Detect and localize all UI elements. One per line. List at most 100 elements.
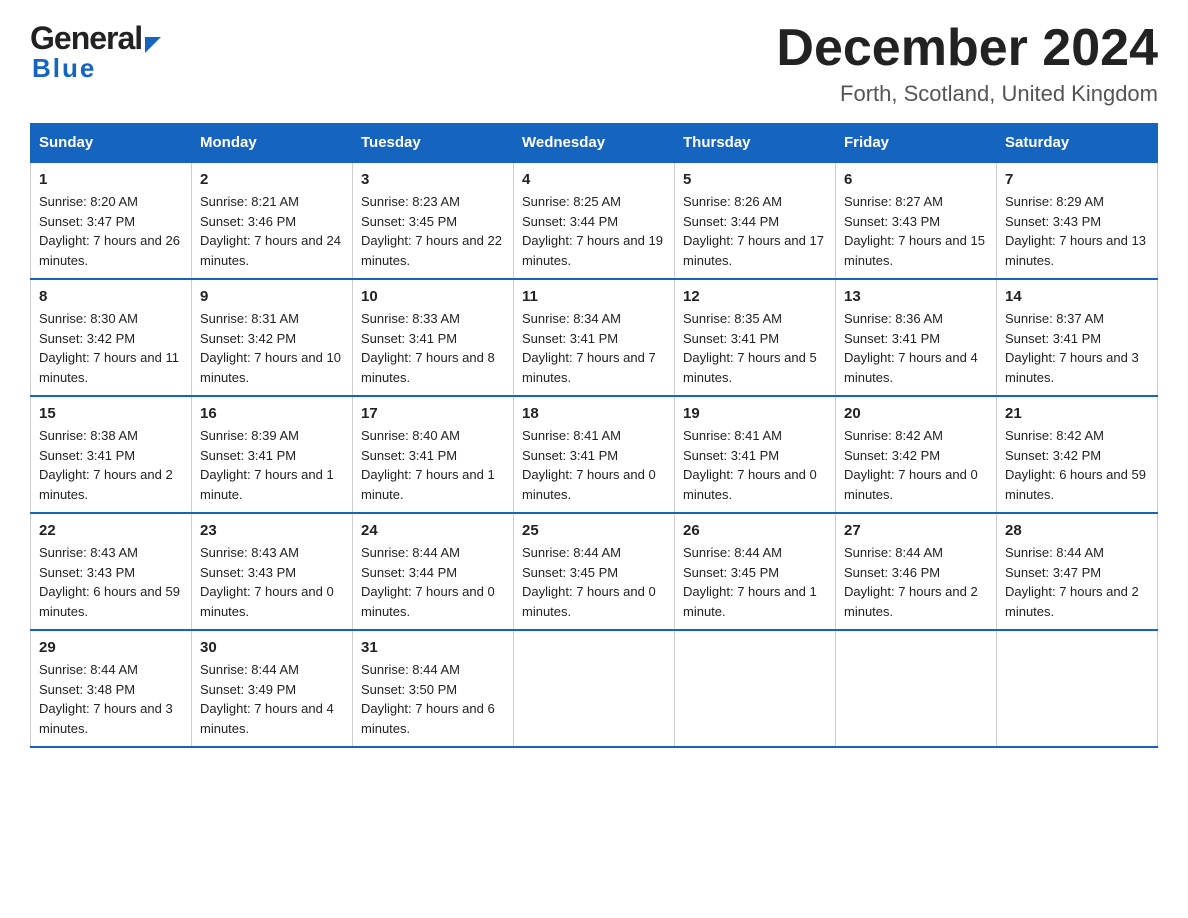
day-number: 30 (200, 639, 344, 656)
day-info: Sunrise: 8:23 AMSunset: 3:45 PMDaylight:… (361, 192, 505, 270)
calendar-cell: 19 Sunrise: 8:41 AMSunset: 3:41 PMDayligh… (675, 396, 836, 513)
logo-general-text: General (30, 20, 142, 57)
calendar-cell: 28 Sunrise: 8:44 AMSunset: 3:47 PMDayligh… (997, 513, 1158, 630)
calendar-cell (997, 630, 1158, 747)
calendar-cell: 5Sunrise: 8:26 AMSunset: 3:44 PMDaylight… (675, 162, 836, 279)
calendar-table: SundayMondayTuesdayWednesdayThursdayFrid… (30, 123, 1158, 748)
calendar-cell: 14 Sunrise: 8:37 AMSunset: 3:41 PMDayligh… (997, 279, 1158, 396)
day-info: Sunrise: 8:34 AMSunset: 3:41 PMDaylight:… (522, 309, 666, 387)
location-title: Forth, Scotland, United Kingdom (776, 81, 1158, 107)
day-info: Sunrise: 8:20 AMSunset: 3:47 PMDaylight:… (39, 192, 183, 270)
day-number: 4 (522, 171, 666, 188)
day-number: 12 (683, 288, 827, 305)
day-number: 5 (683, 171, 827, 188)
calendar-cell: 27 Sunrise: 8:44 AMSunset: 3:46 PMDayligh… (836, 513, 997, 630)
logo-blue-text: Blue (32, 53, 96, 84)
day-number: 28 (1005, 522, 1149, 539)
day-number: 1 (39, 171, 183, 188)
day-info: Sunrise: 8:40 AMSunset: 3:41 PMDaylight:… (361, 426, 505, 504)
day-number: 22 (39, 522, 183, 539)
day-number: 18 (522, 405, 666, 422)
title-block: December 2024 Forth, Scotland, United Ki… (776, 20, 1158, 107)
day-info: Sunrise: 8:44 AMSunset: 3:46 PMDaylight:… (844, 543, 988, 621)
day-info: Sunrise: 8:33 AMSunset: 3:41 PMDaylight:… (361, 309, 505, 387)
calendar-cell: 15 Sunrise: 8:38 AMSunset: 3:41 PMDayligh… (31, 396, 192, 513)
day-number: 29 (39, 639, 183, 656)
day-info: Sunrise: 8:44 AMSunset: 3:47 PMDaylight:… (1005, 543, 1149, 621)
logo-triangle-icon (145, 37, 161, 53)
day-header-saturday: Saturday (997, 124, 1158, 163)
day-number: 6 (844, 171, 988, 188)
day-number: 27 (844, 522, 988, 539)
day-number: 24 (361, 522, 505, 539)
day-number: 20 (844, 405, 988, 422)
day-info: Sunrise: 8:31 AMSunset: 3:42 PMDaylight:… (200, 309, 344, 387)
calendar-cell: 4 Sunrise: 8:25 AMSunset: 3:44 PMDaylight… (514, 162, 675, 279)
day-number: 16 (200, 405, 344, 422)
calendar-cell: 16Sunrise: 8:39 AMSunset: 3:41 PMDayligh… (192, 396, 353, 513)
calendar-cell: 25Sunrise: 8:44 AMSunset: 3:45 PMDayligh… (514, 513, 675, 630)
calendar-cell: 11Sunrise: 8:34 AMSunset: 3:41 PMDayligh… (514, 279, 675, 396)
day-number: 2 (200, 171, 344, 188)
day-header-monday: Monday (192, 124, 353, 163)
day-header-sunday: Sunday (31, 124, 192, 163)
page-header: General Blue December 2024 Forth, Scotla… (30, 20, 1158, 107)
calendar-cell: 26Sunrise: 8:44 AMSunset: 3:45 PMDayligh… (675, 513, 836, 630)
day-info: Sunrise: 8:44 AMSunset: 3:45 PMDaylight:… (522, 543, 666, 621)
month-title: December 2024 (776, 20, 1158, 77)
calendar-cell: 8Sunrise: 8:30 AMSunset: 3:42 PMDaylight… (31, 279, 192, 396)
calendar-cell: 18Sunrise: 8:41 AMSunset: 3:41 PMDayligh… (514, 396, 675, 513)
day-number: 31 (361, 639, 505, 656)
calendar-cell: 10 Sunrise: 8:33 AMSunset: 3:41 PMDayligh… (353, 279, 514, 396)
day-info: Sunrise: 8:27 AMSunset: 3:43 PMDaylight:… (844, 192, 988, 270)
calendar-cell (836, 630, 997, 747)
day-info: Sunrise: 8:44 AMSunset: 3:48 PMDaylight:… (39, 660, 183, 738)
day-number: 19 (683, 405, 827, 422)
day-number: 21 (1005, 405, 1149, 422)
calendar-week-row: 1 Sunrise: 8:20 AMSunset: 3:47 PMDaylight… (31, 162, 1158, 279)
calendar-cell: 21 Sunrise: 8:42 AMSunset: 3:42 PMDayligh… (997, 396, 1158, 513)
day-header-wednesday: Wednesday (514, 124, 675, 163)
day-number: 9 (200, 288, 344, 305)
day-info: Sunrise: 8:44 AMSunset: 3:50 PMDaylight:… (361, 660, 505, 738)
calendar-cell: 3 Sunrise: 8:23 AMSunset: 3:45 PMDaylight… (353, 162, 514, 279)
day-number: 14 (1005, 288, 1149, 305)
calendar-week-row: 29 Sunrise: 8:44 AMSunset: 3:48 PMDayligh… (31, 630, 1158, 747)
day-info: Sunrise: 8:37 AMSunset: 3:41 PMDaylight:… (1005, 309, 1149, 387)
day-info: Sunrise: 8:43 AMSunset: 3:43 PMDaylight:… (200, 543, 344, 621)
day-info: Sunrise: 8:21 AMSunset: 3:46 PMDaylight:… (200, 192, 344, 270)
day-number: 15 (39, 405, 183, 422)
calendar-week-row: 15 Sunrise: 8:38 AMSunset: 3:41 PMDayligh… (31, 396, 1158, 513)
day-info: Sunrise: 8:25 AMSunset: 3:44 PMDaylight:… (522, 192, 666, 270)
day-number: 8 (39, 288, 183, 305)
day-number: 3 (361, 171, 505, 188)
calendar-cell: 13 Sunrise: 8:36 AMSunset: 3:41 PMDayligh… (836, 279, 997, 396)
day-info: Sunrise: 8:42 AMSunset: 3:42 PMDaylight:… (1005, 426, 1149, 504)
day-info: Sunrise: 8:42 AMSunset: 3:42 PMDaylight:… (844, 426, 988, 504)
calendar-header-row: SundayMondayTuesdayWednesdayThursdayFrid… (31, 124, 1158, 163)
day-number: 17 (361, 405, 505, 422)
calendar-cell: 1 Sunrise: 8:20 AMSunset: 3:47 PMDaylight… (31, 162, 192, 279)
day-header-thursday: Thursday (675, 124, 836, 163)
calendar-cell: 7Sunrise: 8:29 AMSunset: 3:43 PMDaylight… (997, 162, 1158, 279)
day-info: Sunrise: 8:36 AMSunset: 3:41 PMDaylight:… (844, 309, 988, 387)
day-info: Sunrise: 8:44 AMSunset: 3:49 PMDaylight:… (200, 660, 344, 738)
calendar-cell: 31 Sunrise: 8:44 AMSunset: 3:50 PMDayligh… (353, 630, 514, 747)
calendar-cell: 6 Sunrise: 8:27 AMSunset: 3:43 PMDaylight… (836, 162, 997, 279)
calendar-cell: 29 Sunrise: 8:44 AMSunset: 3:48 PMDayligh… (31, 630, 192, 747)
day-info: Sunrise: 8:35 AMSunset: 3:41 PMDaylight:… (683, 309, 827, 387)
day-info: Sunrise: 8:38 AMSunset: 3:41 PMDaylight:… (39, 426, 183, 504)
day-number: 13 (844, 288, 988, 305)
calendar-cell: 17 Sunrise: 8:40 AMSunset: 3:41 PMDayligh… (353, 396, 514, 513)
calendar-cell: 23Sunrise: 8:43 AMSunset: 3:43 PMDayligh… (192, 513, 353, 630)
day-info: Sunrise: 8:41 AMSunset: 3:41 PMDaylight:… (683, 426, 827, 504)
calendar-cell: 20 Sunrise: 8:42 AMSunset: 3:42 PMDayligh… (836, 396, 997, 513)
day-number: 10 (361, 288, 505, 305)
calendar-week-row: 22 Sunrise: 8:43 AMSunset: 3:43 PMDayligh… (31, 513, 1158, 630)
calendar-cell: 12 Sunrise: 8:35 AMSunset: 3:41 PMDayligh… (675, 279, 836, 396)
calendar-week-row: 8Sunrise: 8:30 AMSunset: 3:42 PMDaylight… (31, 279, 1158, 396)
calendar-cell (675, 630, 836, 747)
day-info: Sunrise: 8:44 AMSunset: 3:45 PMDaylight:… (683, 543, 827, 621)
calendar-cell: 30 Sunrise: 8:44 AMSunset: 3:49 PMDayligh… (192, 630, 353, 747)
calendar-cell (514, 630, 675, 747)
